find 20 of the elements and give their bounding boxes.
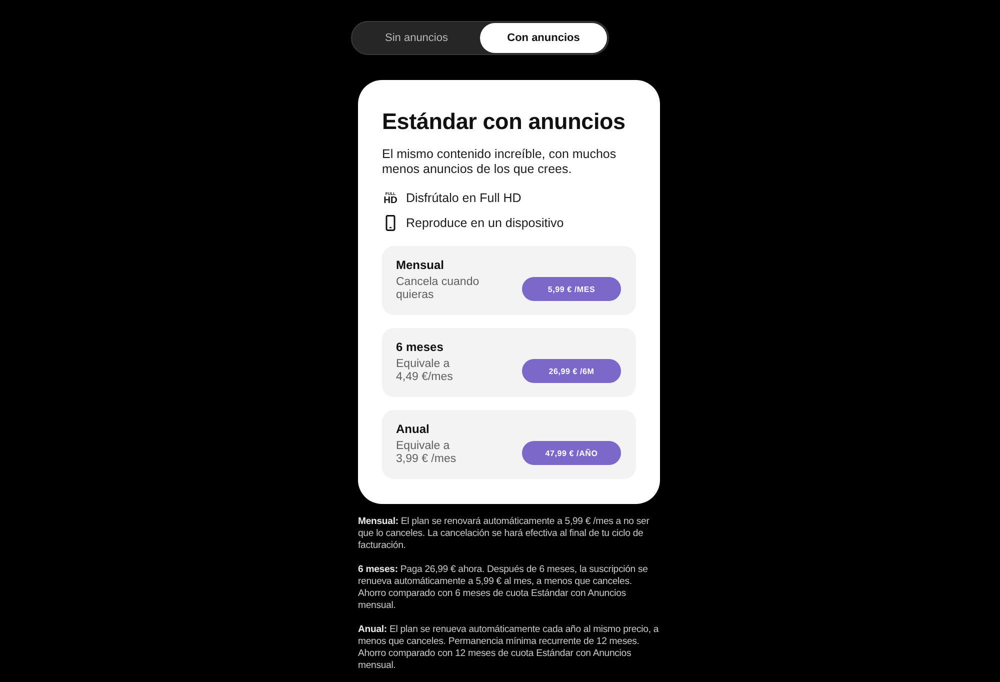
feature-text: Disfrútalo en Full HD <box>406 191 522 205</box>
footnote-text: Mensual: El plan se renovará automáticamente a 5,99 € /mes a no ser que lo canceles. La cancelación se hará efectiva al final de tu ciclo de facturación. <box>358 516 650 552</box>
billing-period-text: Anual <box>396 422 430 436</box>
footnote-text: 6 meses: Paga 26,99 € ahora. Después de 6 meses, la suscripción se renueva automáticamente a 5,99 € al mes, a menos que canceles. Ahorro comparado con 6 meses de cuota Estándar con Anuncios mensual. <box>358 564 649 612</box>
price-button[interactable]: 26,99 € /6M <box>522 359 621 383</box>
billing-note-text: Cancela cuando quieras <box>396 276 480 302</box>
price-button[interactable]: 5,99 € /MES <box>522 277 621 301</box>
billing-period-text: Mensual <box>396 258 444 272</box>
footnote-text: Anual: El plan se renueva automáticamente cada año al mismo precio, a menos que canceles. Permanencia mínima recurrente de 12 meses. Ahorro comparado con 12 meses de cuota Estándar con Anuncios mensual. <box>358 624 660 672</box>
plan-title: Estándar con anuncios <box>382 108 626 136</box>
plan-description: El mismo contenido increíble, con muchos menos anuncios de los que crees. <box>382 147 618 177</box>
toggle-tab[interactable]: Sin anuncios <box>353 23 480 53</box>
billing-period-text: 6 meses <box>396 340 444 354</box>
price-button[interactable]: 47,99 € /AÑO <box>522 441 621 465</box>
monthly-equivalent-text: 4,49 €/mes <box>396 371 453 384</box>
toggle-tab[interactable]: Con anuncios <box>480 23 607 53</box>
monthly-equivalent-text: 3,99 € /mes <box>396 453 456 466</box>
feature-text: Reproduce en un dispositivo <box>406 216 564 230</box>
billing-note-text: Equivale a <box>396 358 450 371</box>
billing-note-text: Equivale a <box>396 440 450 453</box>
